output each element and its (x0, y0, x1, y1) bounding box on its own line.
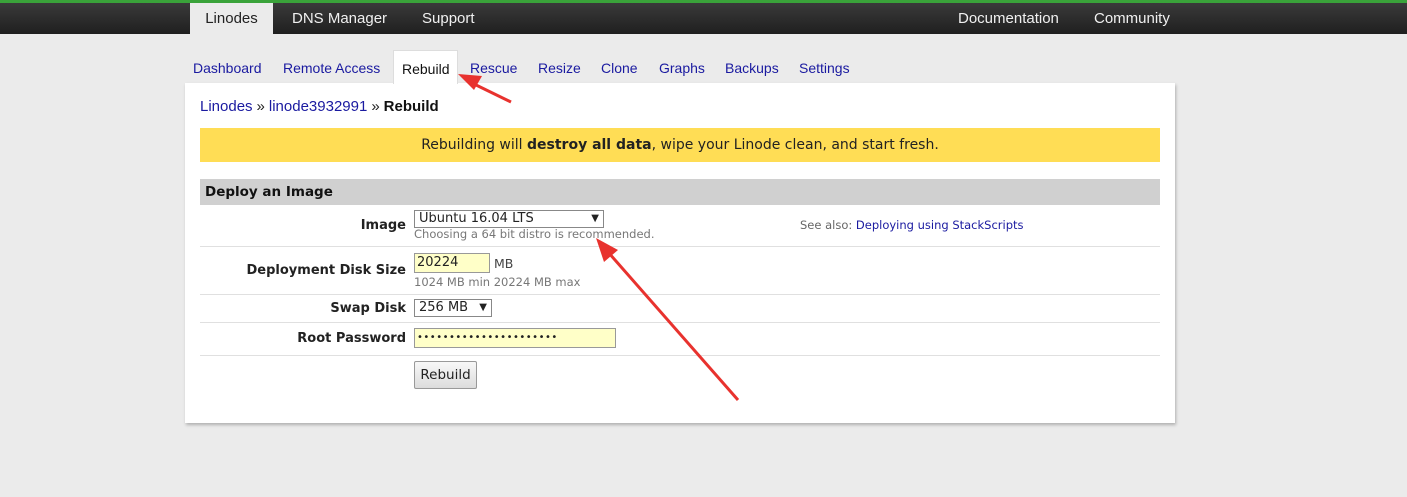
disk-size-label: Deployment Disk Size (246, 263, 407, 278)
root-password-input[interactable]: •••••••••••••••••••••• (414, 328, 616, 348)
row-divider (200, 294, 1160, 295)
tab-rebuild[interactable]: Rebuild (393, 50, 459, 84)
disk-size-unit: MB (494, 256, 514, 271)
row-divider (200, 355, 1160, 356)
image-select[interactable]: Ubuntu 16.04 LTS ▼ (414, 210, 604, 228)
section-title: Deploy an Image (200, 179, 1160, 205)
breadcrumb-linodes-link[interactable]: Linodes (200, 98, 253, 115)
breadcrumb-current: Rebuild (383, 98, 439, 115)
rebuild-button[interactable]: Rebuild (414, 361, 477, 389)
chevron-down-icon: ▼ (591, 213, 599, 224)
row-divider (200, 322, 1160, 323)
warning-text-pre: Rebuilding will (421, 137, 527, 153)
image-label: Image (360, 218, 406, 233)
breadcrumb-separator: » (256, 98, 265, 115)
tab-remote-access[interactable]: Remote Access (275, 52, 388, 84)
top-navigation-bar: Linodes DNS Manager Support Documentatio… (0, 0, 1407, 34)
disk-size-input[interactable]: 20224 (414, 253, 490, 273)
see-also-prefix: See also: (800, 218, 853, 232)
image-select-value: Ubuntu 16.04 LTS (419, 211, 534, 226)
warning-banner: Rebuilding will destroy all data, wipe y… (200, 128, 1160, 162)
warning-text-post: , wipe your Linode clean, and start fres… (651, 137, 939, 153)
tab-clone[interactable]: Clone (593, 52, 646, 84)
warning-text-bold: destroy all data (527, 137, 652, 153)
stackscripts-link[interactable]: Deploying using StackScripts (856, 218, 1024, 232)
breadcrumb-linode-link[interactable]: linode3932991 (269, 98, 367, 115)
tab-rescue[interactable]: Rescue (462, 52, 525, 84)
topnav-dns-manager[interactable]: DNS Manager (278, 3, 401, 34)
swap-disk-label: Swap Disk (330, 301, 406, 316)
tab-dashboard[interactable]: Dashboard (185, 52, 270, 84)
breadcrumb: Linodes» linode3932991» Rebuild (200, 98, 439, 115)
tab-settings[interactable]: Settings (791, 52, 858, 84)
image-hint: Choosing a 64 bit distro is recommended. (414, 227, 655, 241)
breadcrumb-separator: » (371, 98, 380, 115)
disk-size-hint: 1024 MB min 20224 MB max (414, 275, 581, 289)
topnav-linodes[interactable]: Linodes (190, 3, 273, 34)
root-password-label: Root Password (297, 331, 406, 346)
topnav-documentation[interactable]: Documentation (944, 3, 1073, 34)
swap-disk-select[interactable]: 256 MB ▼ (414, 299, 492, 317)
chevron-down-icon: ▼ (479, 302, 487, 313)
tab-resize[interactable]: Resize (530, 52, 589, 84)
topnav-support[interactable]: Support (408, 3, 489, 34)
topnav-community[interactable]: Community (1080, 3, 1184, 34)
swap-disk-select-value: 256 MB (419, 300, 469, 315)
tab-backups[interactable]: Backups (717, 52, 787, 84)
row-divider (200, 246, 1160, 247)
tab-graphs[interactable]: Graphs (651, 52, 713, 84)
see-also: See also: Deploying using StackScripts (800, 218, 1024, 232)
